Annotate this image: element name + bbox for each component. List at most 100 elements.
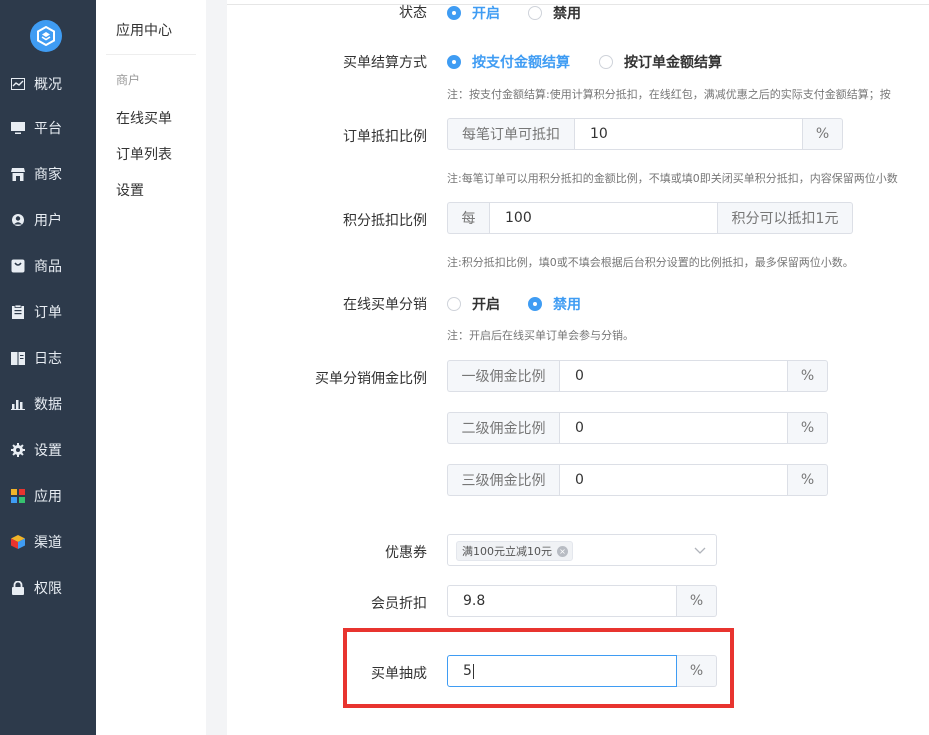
- sidebar-item-settings[interactable]: 设置: [0, 430, 96, 470]
- order-deduct-note: 注:每笔订单可以用积分抵扣的金额比例，不填或填0即关闭买单积分抵扣，内容保留两位…: [447, 172, 898, 185]
- status-radio-on[interactable]: 开启: [447, 3, 500, 23]
- settle-label: 买单结算方式: [343, 55, 427, 71]
- sidebar-item-label: 权限: [34, 581, 62, 597]
- radio-label: 禁用: [553, 297, 581, 313]
- sidebar-item-channel[interactable]: 渠道: [0, 522, 96, 562]
- commission-level1-suffix: %: [788, 360, 828, 392]
- points-deduct-prefix: 每: [447, 202, 489, 234]
- logo-icon: [37, 26, 55, 46]
- distribution-radio-on[interactable]: 开启: [447, 294, 500, 314]
- subnav-item-settings[interactable]: 设置: [116, 180, 144, 200]
- radio-dot: [447, 6, 461, 20]
- sidebar-item-data[interactable]: 数据: [0, 384, 96, 424]
- sidebar-item-label: 概况: [34, 77, 62, 93]
- order-deduct-input[interactable]: 10: [574, 118, 803, 150]
- sidebar-item-label: 订单: [34, 305, 62, 321]
- settle-note: 注：按支付金额结算:使用计算积分抵扣，在线红包，满减优惠之后的实际支付金额结算；…: [447, 88, 891, 101]
- content-gutter: [206, 0, 227, 735]
- subnav-title: 应用中心: [116, 23, 172, 39]
- apps-icon: [10, 488, 26, 504]
- sidebar-item-platform[interactable]: 平台: [0, 108, 96, 148]
- sidebar-item-label: 平台: [34, 121, 62, 137]
- commission-level3-input[interactable]: 0: [559, 464, 788, 496]
- order-deduct-prefix: 每笔订单可抵扣: [447, 118, 574, 150]
- commission-level2-group: 二级佣金比例 0 %: [447, 412, 828, 444]
- settle-radio-order-amount[interactable]: 按订单金额结算: [599, 52, 722, 72]
- commission-level3-suffix: %: [788, 464, 828, 496]
- sidebar-item-log[interactable]: 日志: [0, 338, 96, 378]
- radio-label: 开启: [472, 297, 500, 313]
- subnav-group-label: 商户: [116, 73, 141, 87]
- member-discount-suffix: %: [677, 585, 717, 617]
- sidebar-item-label: 日志: [34, 351, 62, 367]
- highlight-box: [343, 628, 734, 708]
- sidebar-item-label: 应用: [34, 489, 62, 505]
- sidebar-item-apps[interactable]: 应用: [0, 476, 96, 516]
- bag-icon: [10, 258, 26, 274]
- store-icon: [10, 166, 26, 182]
- points-deduct-suffix: 积分可以抵扣1元: [718, 202, 853, 234]
- member-discount-label: 会员折扣: [371, 596, 427, 612]
- sidebar-item-label: 数据: [34, 397, 62, 413]
- points-deduct-note: 注:积分抵扣比例，填0或不填会根据后台积分设置的比例抵扣，最多保留两位小数。: [447, 256, 854, 269]
- radio-dot: [447, 297, 461, 311]
- radio-label: 禁用: [553, 6, 581, 22]
- distribution-radio-off[interactable]: 禁用: [528, 294, 581, 314]
- chart-icon: [10, 76, 26, 92]
- close-icon[interactable]: ×: [557, 546, 568, 557]
- commission-level1-input[interactable]: 0: [559, 360, 788, 392]
- coupon-tag: 满100元立减10元 ×: [456, 541, 573, 561]
- sidebar-item-label: 商品: [34, 259, 62, 275]
- sidebar-item-label: 商家: [34, 167, 62, 183]
- bar-chart-icon: [10, 396, 26, 412]
- sidebar-item-merchant[interactable]: 商家: [0, 154, 96, 194]
- radio-dot: [528, 6, 542, 20]
- order-deduct-suffix: %: [803, 118, 843, 150]
- subnav-divider: [106, 54, 196, 55]
- subnav-item-online-pay[interactable]: 在线买单: [116, 108, 172, 128]
- radio-label: 按支付金额结算: [472, 55, 570, 71]
- member-discount-input[interactable]: 9.8: [447, 585, 677, 617]
- sidebar-item-label: 设置: [34, 443, 62, 459]
- app-logo[interactable]: [30, 20, 62, 52]
- sidebar-item-label: 渠道: [34, 535, 62, 551]
- sub-sidebar: 应用中心 商户 在线买单 订单列表 设置: [96, 0, 206, 735]
- radio-label: 开启: [472, 6, 500, 22]
- commission-level1-group: 一级佣金比例 0 %: [447, 360, 828, 392]
- commission-level2-suffix: %: [788, 412, 828, 444]
- clipboard-icon: [10, 304, 26, 320]
- commission-level2-prefix: 二级佣金比例: [447, 412, 559, 444]
- status-label: 状态: [399, 5, 427, 21]
- sidebar-item-order[interactable]: 订单: [0, 292, 96, 332]
- status-radio-off[interactable]: 禁用: [528, 3, 581, 23]
- sidebar-item-permission[interactable]: 权限: [0, 568, 96, 608]
- order-deduct-label: 订单抵扣比例: [343, 129, 427, 145]
- radio-dot: [447, 55, 461, 69]
- monitor-icon: [10, 120, 26, 136]
- commission-level2-input[interactable]: 0: [559, 412, 788, 444]
- sidebar-item-overview[interactable]: 概况: [0, 64, 96, 104]
- user-icon: [10, 212, 26, 228]
- sidebar-item-user[interactable]: 用户: [0, 200, 96, 240]
- radio-label: 按订单金额结算: [624, 55, 722, 71]
- distribution-label: 在线买单分销: [343, 297, 427, 313]
- sidebar-item-goods[interactable]: 商品: [0, 246, 96, 286]
- gear-icon: [10, 442, 26, 458]
- coupon-select[interactable]: 满100元立减10元 ×: [447, 534, 717, 566]
- settle-radio-pay-amount[interactable]: 按支付金额结算: [447, 52, 570, 72]
- chevron-down-icon: [694, 547, 706, 554]
- radio-dot: [599, 55, 613, 69]
- sidebar-item-label: 用户: [34, 213, 62, 229]
- order-deduct-group: 每笔订单可抵扣 10 %: [447, 118, 843, 150]
- main-sidebar: 概况 平台 商家 用户 商品 订单 日志 数据 设置 应用 渠道 权限: [0, 0, 96, 735]
- coupon-tag-text: 满100元立减10元: [462, 545, 552, 558]
- subnav-item-order-list[interactable]: 订单列表: [116, 144, 172, 164]
- cube-icon: [10, 534, 26, 550]
- lock-icon: [10, 580, 26, 596]
- book-icon: [10, 350, 26, 366]
- points-deduct-input[interactable]: 100: [489, 202, 718, 234]
- distribution-note: 注：开启后在线买单订单会参与分销。: [447, 329, 634, 342]
- commission-level3-group: 三级佣金比例 0 %: [447, 464, 828, 496]
- main-content: 状态 开启 禁用 买单结算方式 按支付金额结算 按订单金额结算 注：按支付金额结…: [227, 0, 929, 735]
- coupon-label: 优惠券: [385, 545, 427, 561]
